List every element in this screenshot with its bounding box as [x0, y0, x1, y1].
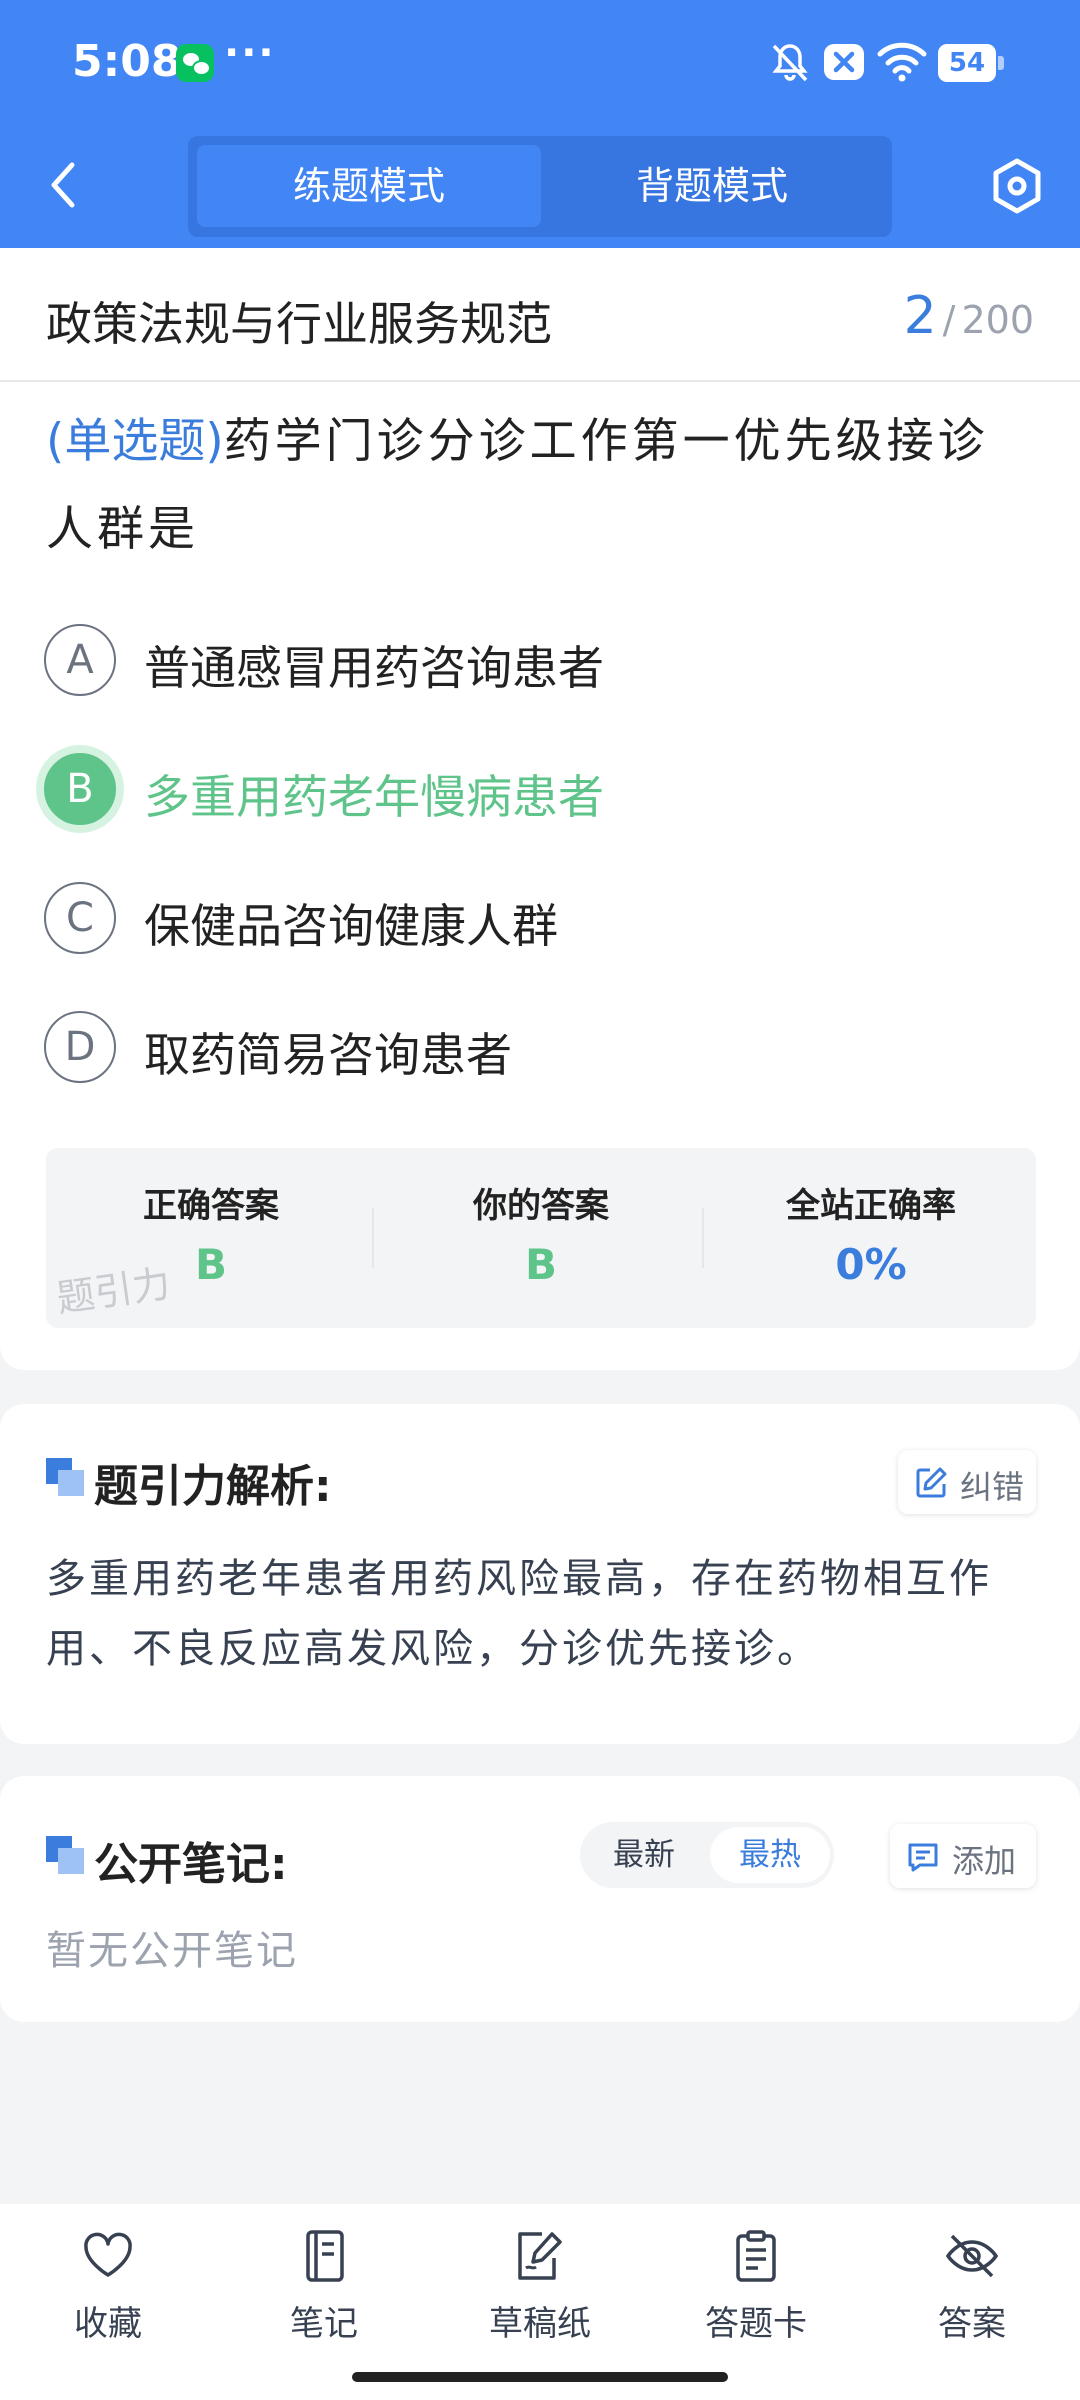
tab-practice-mode[interactable]: 练题模式 — [197, 145, 541, 227]
notes-sort-toggle: 最新 最热 — [580, 1822, 834, 1888]
question-card: 政策法规与行业服务规范 2/200 (单选题)药学门诊分诊工作第一优先级接诊人群… — [0, 248, 1080, 1370]
mode-switch: 练题模式 背题模式 — [188, 136, 892, 237]
draft-paper-label: 草稿纸 — [489, 2304, 591, 2344]
option-a[interactable]: A 普通感冒用药咨询患者 — [44, 624, 1034, 700]
settings-icon[interactable] — [990, 157, 1044, 215]
report-error-button[interactable]: 纠错 — [898, 1450, 1036, 1514]
option-d[interactable]: D 取药简易咨询患者 — [44, 1011, 1034, 1087]
bottom-toolbar: 收藏 笔记 草稿纸 答题卡 答案 — [0, 2204, 1080, 2400]
answer-card-icon — [736, 2230, 776, 2282]
draft-icon — [518, 2232, 562, 2280]
answer-card-button[interactable]: 答题卡 — [648, 2204, 864, 2354]
subject-title: 政策法规与行业服务规范 — [46, 297, 552, 351]
section-square-icon — [46, 1458, 84, 1496]
favorite-label: 收藏 — [74, 2304, 142, 2344]
question-progress: 2/200 — [904, 286, 1034, 346]
correct-answer-column: 正确答案 B — [46, 1148, 376, 1328]
show-answer-button[interactable]: 答案 — [864, 2204, 1080, 2354]
home-indicator[interactable] — [352, 2372, 728, 2382]
sort-latest[interactable]: 最新 — [584, 1827, 704, 1883]
close-badge-icon — [824, 44, 864, 80]
show-answer-label: 答案 — [938, 2304, 1006, 2344]
analysis-card: 题引力解析: 纠错 多重用药老年患者用药风险最高，存在药物相互作用、不良反应高发… — [0, 1404, 1080, 1744]
analysis-text: 多重用药老年患者用药风险最高，存在药物相互作用、不良反应高发风险，分诊优先接诊。 — [46, 1556, 992, 1672]
edit-icon — [916, 1467, 947, 1498]
sort-hottest[interactable]: 最热 — [710, 1827, 830, 1883]
option-text: 普通感冒用药咨询患者 — [144, 641, 604, 695]
divider — [702, 1208, 704, 1268]
option-b[interactable]: B 多重用药老年慢病患者 — [44, 753, 1034, 829]
heart-icon — [84, 2232, 132, 2277]
bell-off-icon — [772, 44, 808, 82]
your-answer-value: B — [524, 1240, 557, 1289]
question-text: (单选题)药学门诊分诊工作第一优先级接诊人群是 — [46, 398, 1036, 574]
analysis-title: 题引力解析: — [94, 1461, 332, 1512]
answer-summary: 正确答案 B 你的答案 B 全站正确率 0% 题引力 — [46, 1148, 1036, 1328]
correct-answer-value: B — [194, 1240, 227, 1289]
accuracy-column: 全站正确率 0% — [706, 1148, 1036, 1328]
notes-title: 公开笔记: — [94, 1839, 288, 1890]
accuracy-label: 全站正确率 — [786, 1186, 956, 1226]
divider — [372, 1208, 374, 1268]
report-error-label: 纠错 — [960, 1468, 1025, 1506]
answer-card-label: 答题卡 — [705, 2304, 807, 2344]
notes-label: 笔记 — [290, 2304, 358, 2344]
your-answer-label: 你的答案 — [473, 1186, 609, 1226]
section-square-icon — [46, 1836, 84, 1874]
add-note-label: 添加 — [952, 1842, 1017, 1880]
option-letter: B — [44, 753, 116, 825]
option-letter: C — [44, 882, 116, 954]
progress-current: 2 — [903, 286, 937, 346]
notes-button[interactable]: 笔记 — [216, 2204, 432, 2354]
progress-separator: / — [942, 298, 956, 342]
option-letter: D — [44, 1011, 116, 1083]
correct-answer-label: 正确答案 — [143, 1186, 279, 1226]
draft-paper-button[interactable]: 草稿纸 — [432, 2204, 648, 2354]
option-c[interactable]: C 保健品咨询健康人群 — [44, 882, 1034, 958]
app-header: 5:08 ··· 54 练题模式 背题模式 — [0, 0, 1080, 248]
option-text: 多重用药老年慢病患者 — [144, 770, 604, 824]
wifi-icon — [877, 42, 927, 82]
notes-empty-text: 暂无公开笔记 — [46, 1928, 298, 1974]
option-letter: A — [44, 624, 116, 696]
favorite-button[interactable]: 收藏 — [0, 2204, 216, 2354]
public-notes-card: 公开笔记: 最新 最热 添加 暂无公开笔记 — [0, 1776, 1080, 2022]
accuracy-value: 0% — [835, 1240, 907, 1289]
comment-icon — [908, 1843, 938, 1872]
eye-off-icon — [945, 2234, 999, 2278]
status-bar: 5:08 ··· 54 — [0, 0, 1080, 125]
wechat-icon — [176, 44, 214, 82]
tab-memorize-mode[interactable]: 背题模式 — [540, 145, 884, 227]
your-answer-column: 你的答案 B — [376, 1148, 706, 1328]
notebook-icon — [306, 2230, 344, 2282]
back-arrow-icon[interactable] — [38, 155, 90, 215]
option-text: 保健品咨询健康人群 — [144, 899, 558, 953]
progress-total: 200 — [961, 298, 1034, 342]
battery-icon: 54 — [938, 44, 1004, 82]
nav-bar: 练题模式 背题模式 — [0, 125, 1080, 248]
add-note-button[interactable]: 添加 — [890, 1824, 1036, 1888]
status-more-indicator: ··· — [224, 30, 276, 76]
divider — [0, 380, 1080, 382]
question-type: (单选题) — [46, 414, 224, 469]
status-time: 5:08 — [72, 36, 182, 87]
option-text: 取药简易咨询患者 — [144, 1028, 512, 1082]
